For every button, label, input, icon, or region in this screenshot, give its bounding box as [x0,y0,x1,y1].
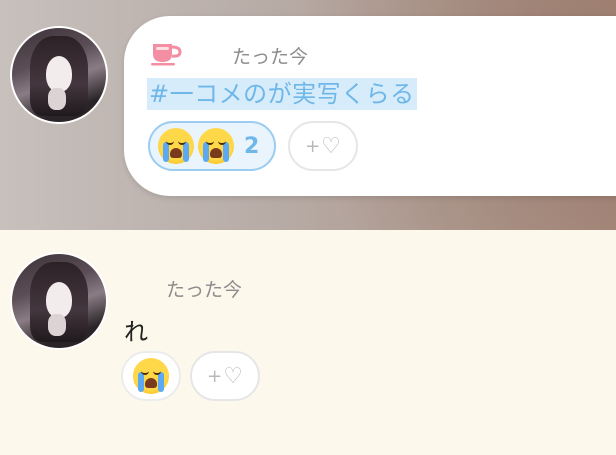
plus-label: + [305,135,321,157]
bottom-post-background [0,230,616,455]
hashtag-link[interactable]: #一コメのが実写くらる [147,78,417,110]
avatar[interactable] [12,28,106,122]
heart-icon: ♡ [223,363,243,389]
timestamp: たった今 [232,46,309,68]
add-reaction-button[interactable]: + ♡ [190,351,260,401]
message-text: れ [124,318,148,346]
avatar-hand [48,88,66,110]
plus-label: + [207,365,223,387]
avatar[interactable] [12,254,106,348]
avatar-face [46,56,72,92]
cup-icon [151,44,182,66]
avatar-hand [48,314,66,336]
add-reaction-button[interactable]: + ♡ [288,121,358,171]
reaction-cry-button[interactable] [121,351,181,401]
reaction-cry-button[interactable]: 2 [148,121,276,171]
crying-face-icon [156,126,196,166]
crying-face-icon [131,356,171,396]
reaction-count: 2 [244,133,260,159]
timestamp: たった今 [166,279,243,301]
avatar-face [46,282,72,318]
crying-face-icon [196,126,236,166]
heart-icon: ♡ [321,133,341,159]
